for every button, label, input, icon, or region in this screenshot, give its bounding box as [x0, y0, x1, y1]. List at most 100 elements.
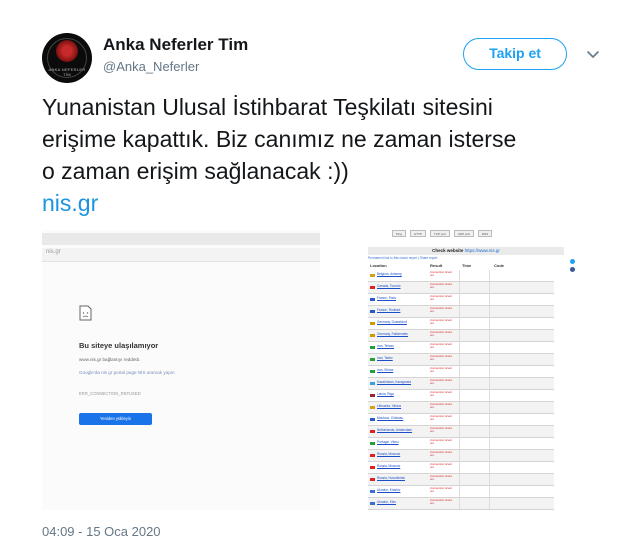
- error-message: www.nis.gr bağlantıyı reddetti.: [79, 357, 141, 362]
- phoenix-emblem-icon: [56, 40, 78, 62]
- country-flag-icon: [370, 286, 375, 289]
- table-row: Latvia, Riga Connection timed out: [368, 390, 554, 402]
- grid-line: [489, 390, 490, 401]
- grid-line: [489, 366, 490, 377]
- country-flag-icon: [370, 490, 375, 493]
- col-time: Time: [462, 263, 472, 268]
- table-row: Russia, Moscow Connection timed out: [368, 450, 554, 462]
- grid-line: [459, 378, 460, 389]
- grid-line: [459, 306, 460, 317]
- tweet-line: o zaman erişim sağlanacak :)): [42, 158, 349, 184]
- table-row: Russia, Moscow Connection timed out: [368, 462, 554, 474]
- row-location: Lithuania, Vilnius: [377, 404, 402, 408]
- grid-line: [459, 474, 460, 485]
- country-flag-icon: [370, 370, 375, 373]
- avatar[interactable]: ANKA NEFERLER TİM: [42, 33, 92, 83]
- row-result: Connection timed out: [430, 342, 452, 350]
- table-row: Moldova, Chisinau Connection timed out: [368, 414, 554, 426]
- row-result: Connection timed out: [430, 366, 452, 374]
- grid-line: [459, 462, 460, 473]
- row-result: Connection timed out: [430, 438, 452, 446]
- country-flag-icon: [370, 406, 375, 409]
- table-row: Germany, Dusseldorf Connection timed out: [368, 318, 554, 330]
- follow-button[interactable]: Takip et: [463, 38, 567, 70]
- row-result: Connection timed out: [430, 306, 452, 314]
- grid-line: [459, 354, 460, 365]
- tweet-timestamp[interactable]: 04:09 - 15 Oca 2020: [42, 524, 161, 539]
- sad-document-icon: [79, 305, 92, 321]
- browser-toolbar: [42, 233, 320, 245]
- row-location: Canada, Toronto: [377, 284, 401, 288]
- grid-line: [489, 294, 490, 305]
- row-result: Connection timed out: [430, 378, 452, 386]
- table-row: Belgium, Antwerp Connection timed out: [368, 270, 554, 282]
- tab-tcp: TCP port: [430, 230, 450, 237]
- table-row: France, Paris Connection timed out: [368, 294, 554, 306]
- grid-line: [489, 462, 490, 473]
- country-flag-icon: [370, 430, 375, 433]
- grid-line: [459, 366, 460, 377]
- country-flag-icon: [370, 382, 375, 385]
- table-row: Netherlands, Amsterdam Connection timed o…: [368, 426, 554, 438]
- country-flag-icon: [370, 274, 375, 277]
- grid-line: [489, 438, 490, 449]
- country-flag-icon: [370, 358, 375, 361]
- row-result: Connection timed out: [430, 402, 452, 410]
- row-result: Connection timed out: [430, 450, 452, 458]
- table-row: Portugal, Viseu Connection timed out: [368, 438, 554, 450]
- country-flag-icon: [370, 322, 375, 325]
- error-suggestion: Google'da nis gr portal page NIS aramak …: [79, 370, 175, 375]
- display-name[interactable]: Anka Neferler Tim: [103, 35, 248, 55]
- table-row: Iran, Tabriz Connection timed out: [368, 354, 554, 366]
- attached-image-browser-error[interactable]: nis.gr Bu siteye ulaşılamıyor www.nis.gr…: [42, 230, 320, 510]
- country-flag-icon: [370, 346, 375, 349]
- country-flag-icon: [370, 502, 375, 505]
- row-location: Germany, Falkenstein: [377, 332, 408, 336]
- row-result: Connection timed out: [430, 354, 452, 362]
- row-location: Kazakhstan, Karaganda: [377, 380, 412, 384]
- grid-line: [489, 474, 490, 485]
- grid-line: [489, 498, 490, 509]
- country-flag-icon: [370, 394, 375, 397]
- browser-address-bar: [42, 248, 320, 262]
- grid-line: [489, 426, 490, 437]
- row-result: Connection timed out: [430, 414, 452, 422]
- row-location: Portugal, Viseu: [377, 440, 399, 444]
- grid-line: [489, 378, 490, 389]
- country-flag-icon: [370, 454, 375, 457]
- attached-image-check-results[interactable]: Ping HTTP TCP port UDP port DNS Check we…: [352, 226, 582, 510]
- grid-line: [459, 330, 460, 341]
- row-location: Moldova, Chisinau: [377, 416, 404, 420]
- row-result: Connection timed out: [430, 426, 452, 434]
- chevron-down-icon[interactable]: [585, 46, 601, 62]
- row-result: Connection timed out: [430, 330, 452, 338]
- check-header: Check website https://www.nis.gr: [368, 247, 564, 255]
- tweet-text: Yunanistan Ulusal İstihbarat Teşkilatı s…: [42, 91, 602, 187]
- table-row: Lithuania, Vilnius Connection timed out: [368, 402, 554, 414]
- table-row: Ukraine, Kiev Connection timed out: [368, 498, 554, 510]
- country-flag-icon: [370, 310, 375, 313]
- row-location: Latvia, Riga: [377, 392, 394, 396]
- tab-dns: DNS: [478, 230, 492, 237]
- error-code: ERR_CONNECTION_REFUSED: [79, 391, 141, 396]
- grid-line: [459, 342, 460, 353]
- row-result: Connection timed out: [430, 318, 452, 326]
- tweet-link[interactable]: nis.gr: [42, 190, 98, 217]
- grid-line: [489, 270, 490, 281]
- table-row: Russia, Novosibirsk Connection timed out: [368, 474, 554, 486]
- country-flag-icon: [370, 442, 375, 445]
- address-bar-url: nis.gr: [46, 249, 61, 255]
- permanent-link: Permanent link to this check report | Sh…: [368, 256, 438, 260]
- tweet-line: erişime kapattık. Biz canımız ne zaman i…: [42, 126, 517, 152]
- grid-line: [489, 306, 490, 317]
- row-location: Russia, Moscow: [377, 452, 401, 456]
- row-result: Connection timed out: [430, 390, 452, 398]
- grid-line: [459, 450, 460, 461]
- col-result: Result: [430, 263, 443, 268]
- table-row: Canada, Toronto Connection timed out: [368, 282, 554, 294]
- reload-button: Yeniden yükleyin: [79, 413, 152, 425]
- grid-line: [459, 498, 460, 509]
- user-handle[interactable]: @Anka_Neferler: [103, 59, 199, 74]
- grid-line: [459, 318, 460, 329]
- row-result: Connection timed out: [430, 486, 452, 494]
